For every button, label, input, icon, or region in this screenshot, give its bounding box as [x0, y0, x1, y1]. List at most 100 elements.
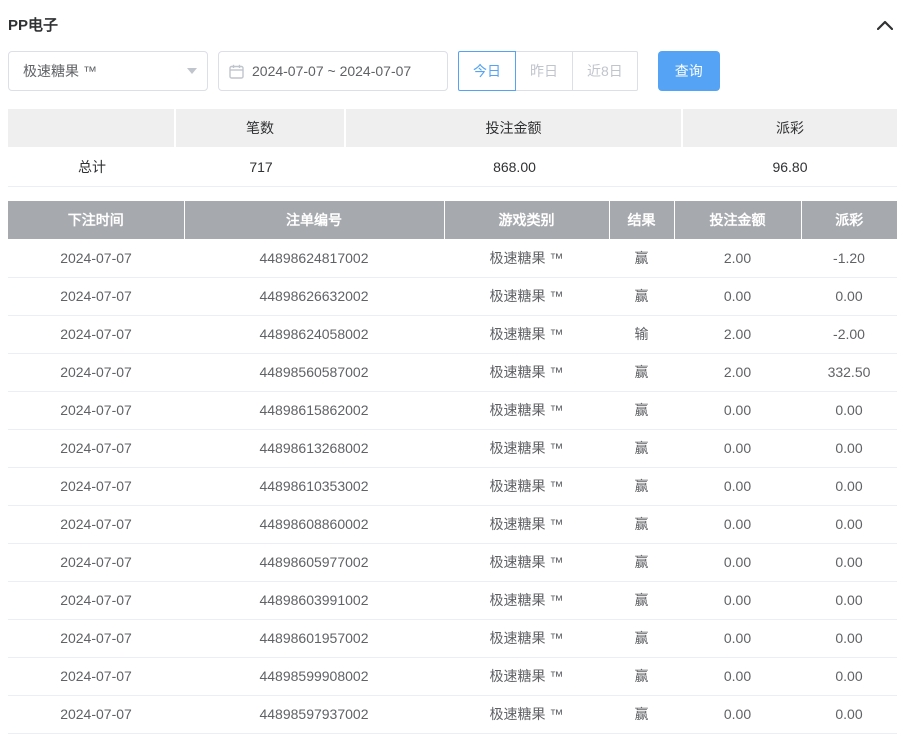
collapse-button[interactable] — [875, 18, 895, 32]
cell-game: 极速糖果 ™ — [444, 467, 609, 505]
cell-order-id: 44898626632002 — [184, 277, 444, 315]
cell-result: 赢 — [609, 581, 674, 619]
cell-game: 极速糖果 ™ — [444, 277, 609, 315]
column-header-game: 游戏类别 — [444, 201, 609, 239]
cell-order-id: 44898615862002 — [184, 391, 444, 429]
cell-time: 2024-07-07 — [8, 467, 184, 505]
cell-time: 2024-07-07 — [8, 543, 184, 581]
column-header-time: 下注时间 — [8, 201, 184, 239]
search-button[interactable]: 查询 — [658, 51, 720, 91]
cell-result: 赢 — [609, 619, 674, 657]
summary-total-payout: 96.80 — [683, 147, 897, 186]
cell-payout: 0.00 — [801, 619, 897, 657]
cell-game: 极速糖果 ™ — [444, 657, 609, 695]
cell-order-id: 44898601957002 — [184, 619, 444, 657]
summary-total-count: 717 — [176, 147, 346, 186]
column-header-order-id: 注单编号 — [184, 201, 444, 239]
cell-time: 2024-07-07 — [8, 619, 184, 657]
table-row: 2024-07-07 44898626632002 极速糖果 ™ 赢 0.00 … — [8, 277, 897, 315]
cell-time: 2024-07-07 — [8, 315, 184, 353]
cell-game: 极速糖果 ™ — [444, 353, 609, 391]
table-row: 2024-07-07 44898608860002 极速糖果 ™ 赢 0.00 … — [8, 505, 897, 543]
quick-date-group: 今日 昨日 近8日 — [458, 51, 638, 91]
cell-bet: 0.00 — [674, 657, 801, 695]
cell-time: 2024-07-07 — [8, 391, 184, 429]
cell-result: 赢 — [609, 239, 674, 277]
cell-bet: 2.00 — [674, 315, 801, 353]
caret-down-icon — [187, 68, 197, 74]
cell-bet: 2.00 — [674, 239, 801, 277]
chevron-up-icon — [877, 20, 893, 30]
cell-time: 2024-07-07 — [8, 239, 184, 277]
table-row: 2024-07-07 44898624058002 极速糖果 ™ 输 2.00 … — [8, 315, 897, 353]
cell-bet: 0.00 — [674, 619, 801, 657]
game-select-value: 极速糖果 ™ — [23, 61, 97, 81]
column-header-payout: 派彩 — [801, 201, 897, 239]
cell-order-id: 44898608860002 — [184, 505, 444, 543]
cell-payout: 0.00 — [801, 505, 897, 543]
cell-order-id: 44898605977002 — [184, 543, 444, 581]
summary-header-count: 笔数 — [176, 109, 346, 147]
cell-time: 2024-07-07 — [8, 277, 184, 315]
cell-time: 2024-07-07 — [8, 353, 184, 391]
cell-result: 赢 — [609, 353, 674, 391]
cell-result: 输 — [609, 315, 674, 353]
cell-payout: 0.00 — [801, 467, 897, 505]
cell-result: 赢 — [609, 467, 674, 505]
bet-table: 下注时间 注单编号 游戏类别 结果 投注金额 派彩 2024-07-07 448… — [8, 201, 897, 734]
summary-header-bet-amount: 投注金额 — [346, 109, 683, 147]
cell-payout: 332.50 — [801, 353, 897, 391]
table-row: 2024-07-07 44898615862002 极速糖果 ™ 赢 0.00 … — [8, 391, 897, 429]
cell-bet: 0.00 — [674, 391, 801, 429]
cell-bet: 0.00 — [674, 543, 801, 581]
calendar-icon — [229, 64, 244, 79]
column-header-result: 结果 — [609, 201, 674, 239]
quick-button-today[interactable]: 今日 — [458, 51, 516, 91]
cell-payout: 0.00 — [801, 581, 897, 619]
cell-bet: 0.00 — [674, 505, 801, 543]
cell-time: 2024-07-07 — [8, 581, 184, 619]
cell-bet: 0.00 — [674, 277, 801, 315]
table-row: 2024-07-07 44898624817002 极速糖果 ™ 赢 2.00 … — [8, 239, 897, 277]
game-select[interactable]: 极速糖果 ™ — [8, 51, 208, 91]
table-row: 2024-07-07 44898560587002 极速糖果 ™ 赢 2.00 … — [8, 353, 897, 391]
cell-game: 极速糖果 ™ — [444, 619, 609, 657]
column-header-bet: 投注金额 — [674, 201, 801, 239]
quick-button-yesterday[interactable]: 昨日 — [515, 51, 573, 91]
cell-order-id: 44898599908002 — [184, 657, 444, 695]
cell-time: 2024-07-07 — [8, 429, 184, 467]
summary-total-row: 总计 717 868.00 96.80 — [8, 147, 897, 187]
cell-payout: 0.00 — [801, 391, 897, 429]
summary-table: 笔数 投注金额 派彩 总计 717 868.00 96.80 — [8, 109, 897, 187]
summary-header-blank — [8, 109, 176, 147]
cell-payout: 0.00 — [801, 657, 897, 695]
cell-payout: -2.00 — [801, 315, 897, 353]
cell-order-id: 44898624058002 — [184, 315, 444, 353]
date-range-picker[interactable]: 2024-07-07 ~ 2024-07-07 — [218, 51, 448, 91]
cell-result: 赢 — [609, 277, 674, 315]
cell-time: 2024-07-07 — [8, 505, 184, 543]
summary-header-payout: 派彩 — [683, 109, 897, 147]
cell-order-id: 44898624817002 — [184, 239, 444, 277]
bet-table-header: 下注时间 注单编号 游戏类别 结果 投注金额 派彩 — [8, 201, 897, 239]
cell-bet: 0.00 — [674, 467, 801, 505]
cell-bet: 2.00 — [674, 353, 801, 391]
cell-payout: 0.00 — [801, 695, 897, 733]
cell-time: 2024-07-07 — [8, 695, 184, 733]
cell-payout: -1.20 — [801, 239, 897, 277]
table-row: 2024-07-07 44898613268002 极速糖果 ™ 赢 0.00 … — [8, 429, 897, 467]
cell-result: 赢 — [609, 429, 674, 467]
table-row: 2024-07-07 44898599908002 极速糖果 ™ 赢 0.00 … — [8, 657, 897, 695]
panel-header: PP电子 — [8, 0, 897, 45]
date-range-value: 2024-07-07 ~ 2024-07-07 — [252, 63, 411, 79]
table-row: 2024-07-07 44898603991002 极速糖果 ™ 赢 0.00 … — [8, 581, 897, 619]
panel-title: PP电子 — [8, 14, 58, 35]
cell-bet: 0.00 — [674, 581, 801, 619]
cell-result: 赢 — [609, 505, 674, 543]
quick-button-last8days[interactable]: 近8日 — [572, 51, 638, 91]
cell-time: 2024-07-07 — [8, 657, 184, 695]
cell-game: 极速糖果 ™ — [444, 429, 609, 467]
cell-payout: 0.00 — [801, 429, 897, 467]
cell-game: 极速糖果 ™ — [444, 505, 609, 543]
cell-order-id: 44898610353002 — [184, 467, 444, 505]
